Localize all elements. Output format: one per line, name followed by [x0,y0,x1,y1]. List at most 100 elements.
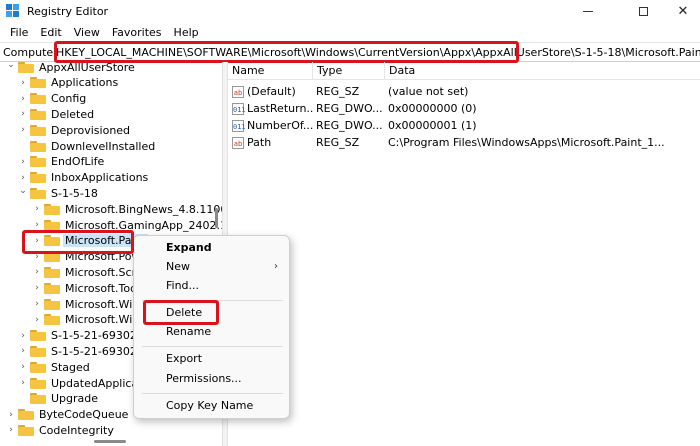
tree-node-label: Applications [51,76,119,90]
binary-value-icon: 011 [232,119,246,132]
chevron-right-icon[interactable]: › [32,249,42,265]
chevron-right-icon[interactable]: › [18,106,28,122]
tree-node[interactable]: ⌄ AppxAllUserStore [6,62,137,75]
folder-icon [30,361,46,373]
tree-node[interactable]: DownlevelInstalled [18,138,157,154]
tree-node[interactable]: › Config [18,91,88,107]
tree-node[interactable]: › EndOfLife [18,154,106,170]
folder-icon [30,345,46,357]
folder-icon [44,298,60,310]
tree-node-label: Staged [51,360,90,374]
chevron-right-icon[interactable]: › [32,280,42,296]
close-icon: ✕ [677,3,689,19]
value-type: REG_DWO... [316,119,383,132]
chevron-right-icon[interactable]: › [32,217,42,233]
menu-favorites[interactable]: Favorites [106,26,168,39]
menu-item-rename[interactable]: Rename [166,323,211,341]
chevron-right-icon[interactable]: › [18,122,28,138]
folder-icon [44,314,60,326]
value-name: LastReturn... [247,102,314,115]
chevron-right-icon[interactable]: › [18,359,28,375]
menu-help[interactable]: Help [168,26,205,39]
value-data: 0x00000000 (0) [388,102,477,115]
chevron-right-icon[interactable]: › [32,201,42,217]
tree-node[interactable]: Upgrade [18,391,100,407]
close-button[interactable]: ✕ [660,0,700,22]
chevron-right-icon[interactable]: › [32,233,42,249]
chevron-down-icon[interactable]: ⌄ [18,183,28,199]
menu-item-copy-key-name[interactable]: Copy Key Name [166,397,253,415]
folder-icon [30,77,46,89]
address-bar[interactable]: Computer HKEY_LOCAL_MACHINE\SOFTWARE\Mic… [0,42,700,62]
menu-edit[interactable]: Edit [34,26,67,39]
chevron-right-icon[interactable]: › [18,91,28,107]
menu-item-export[interactable]: Export [166,350,202,368]
tree-node-label: ByteCodeQueue [39,408,129,422]
tree-node[interactable]: › Microsoft.Powe [32,249,149,265]
menu-file[interactable]: File [4,26,34,39]
value-data: (value not set) [388,85,469,98]
string-value-icon: ab [232,136,244,149]
column-data[interactable]: Data [384,62,700,80]
chevron-right-icon[interactable]: › [18,375,28,391]
chevron-right-icon[interactable]: › [18,343,28,359]
values-list[interactable]: Name Type Data ab (Default) REG_SZ (value n… [228,62,700,446]
menu-view[interactable]: View [68,26,106,39]
minimize-button[interactable] [565,0,611,22]
folder-icon [18,62,34,73]
column-type[interactable]: Type [312,62,384,80]
chevron-right-icon[interactable]: › [18,154,28,170]
tree-node[interactable]: › Microsoft.Paint [32,233,148,249]
tree-node[interactable]: › Deprovisioned [18,122,132,138]
menu-item-permissions[interactable]: Permissions... [166,370,242,388]
chevron-right-icon[interactable]: › [32,312,42,328]
context-menu: Expand New › Find... Delete Rename Expor… [133,235,290,419]
chevron-down-icon[interactable]: ⌄ [6,62,16,73]
menu-item-find[interactable]: Find... [166,277,199,295]
address-path[interactable]: HKEY_LOCAL_MACHINE\SOFTWARE\Microsoft\Wi… [56,43,700,62]
tree-node-label: InboxApplications [51,171,149,185]
tree-node[interactable]: › Deleted [18,106,96,122]
menu-bar: File Edit View Favorites Help [0,22,700,42]
tree-node-label: Config [51,92,87,106]
list-header: Name Type Data [228,62,700,80]
chevron-right-icon[interactable]: › [18,328,28,344]
column-name[interactable]: Name [228,62,312,80]
tree-node[interactable]: › InboxApplications [18,170,150,186]
folder-icon [30,172,46,184]
tree-node[interactable]: › Applications [18,75,120,91]
tree-node[interactable]: › Staged [18,359,92,375]
table-row[interactable]: 011 LastReturn... REG_DWO... 0x00000000 (0) [228,100,700,117]
folder-icon [30,93,46,105]
menu-separator [142,300,283,301]
string-value-icon: ab [232,85,244,98]
menu-item-delete[interactable]: Delete [166,304,202,322]
folder-icon [30,140,46,152]
tree-horizontal-scrollbar[interactable] [8,436,212,446]
tree-node[interactable]: › ByteCodeQueue [6,407,130,423]
value-name-cell: ab (Default) [232,83,314,100]
folder-icon [30,330,46,342]
folder-icon [44,203,60,215]
folder-icon [30,156,46,168]
chevron-right-icon[interactable]: › [32,264,42,280]
registry-editor-icon [6,4,20,18]
table-row[interactable]: ab Path REG_SZ C:\Program Files\WindowsApps… [228,134,700,151]
menu-item-new[interactable]: New [166,258,190,276]
table-row[interactable]: ab (Default) REG_SZ (value not set) [228,83,700,100]
chevron-right-icon[interactable]: › [18,75,28,91]
chevron-right-icon[interactable]: › [6,407,16,423]
tree-node[interactable]: › Microsoft.GamingApp_2402.1001 [32,217,222,233]
value-name: Path [247,136,272,149]
menu-item-expand[interactable]: Expand [166,239,212,257]
tree-node[interactable]: ⌄ S-1-5-18 [18,185,100,201]
tree-node[interactable]: › Microsoft.BingNews_4.8.11001.0 [32,201,222,217]
folder-icon [18,409,34,421]
value-name: NumberOf... [247,119,314,132]
chevron-right-icon[interactable]: › [32,296,42,312]
window-title: Registry Editor [27,4,109,18]
folder-icon [30,124,46,136]
tree-node-label: S-1-5-18 [51,186,98,200]
value-name: (Default) [247,85,296,98]
table-row[interactable]: 011 NumberOf... REG_DWO... 0x00000001 (1) [228,117,700,134]
